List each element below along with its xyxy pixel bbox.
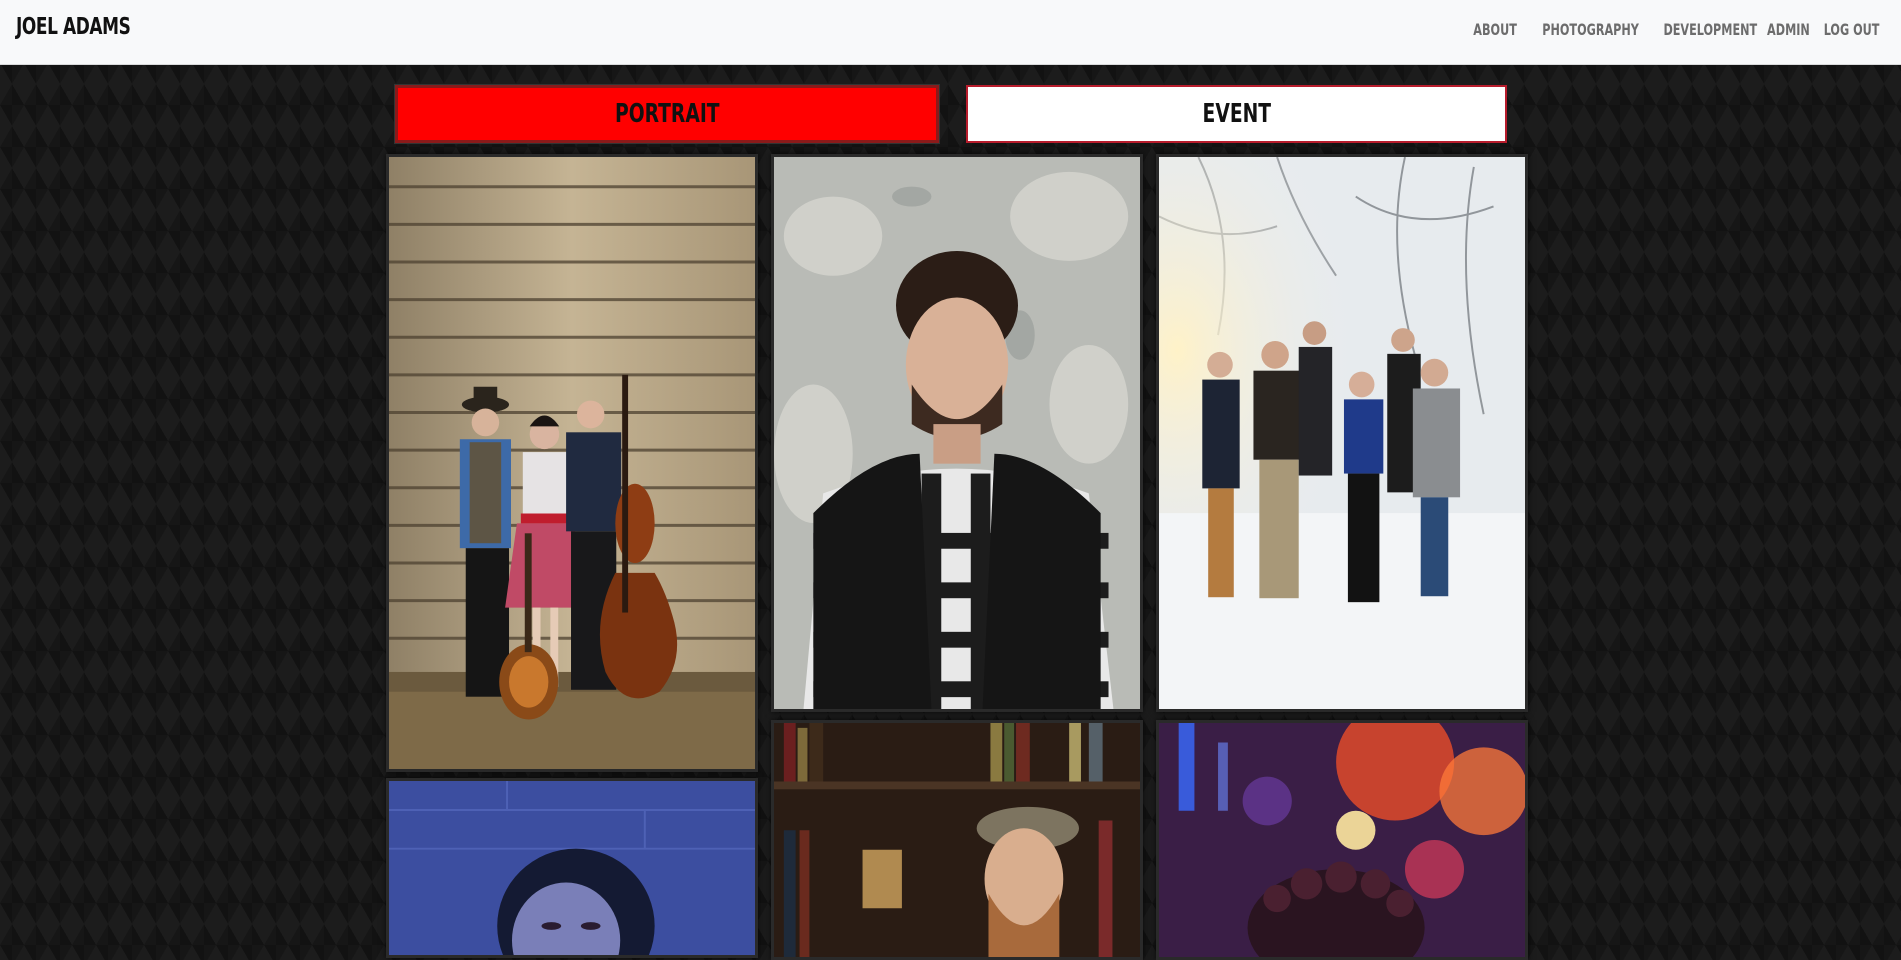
- woman-blue-light-photo[interactable]: [386, 778, 758, 958]
- man-flat-cap-bookshelf-photo[interactable]: [771, 720, 1143, 960]
- nav-admin-link[interactable]: ADMIN: [1767, 20, 1810, 39]
- tab-portrait[interactable]: PORTRAIT: [395, 85, 939, 143]
- band-portrait-photo[interactable]: [386, 154, 758, 772]
- navbar: JOEL ADAMS ABOUT PHOTOGRAPHY DEVELOPMENT…: [0, 0, 1901, 65]
- bearded-man-portrait-photo[interactable]: [771, 154, 1143, 712]
- family-winter-photo[interactable]: [1156, 154, 1528, 712]
- nav-development-link[interactable]: DEVELOPMENT: [1663, 20, 1757, 39]
- tab-event[interactable]: EVENT: [966, 85, 1507, 143]
- brand-logo[interactable]: JOEL ADAMS: [16, 14, 131, 40]
- tab-event-label: EVENT: [1202, 99, 1271, 129]
- nav-logout-link[interactable]: LOG OUT: [1823, 20, 1879, 39]
- tab-portrait-label: PORTRAIT: [614, 99, 720, 129]
- nav-photography-link[interactable]: PHOTOGRAPHY: [1542, 20, 1639, 39]
- nav-about-link[interactable]: ABOUT: [1473, 20, 1517, 39]
- nav-menu: ABOUT PHOTOGRAPHY DEVELOPMENT ADMIN LOG …: [1473, 20, 1879, 39]
- curly-hair-neon-bokeh-photo[interactable]: [1156, 720, 1528, 960]
